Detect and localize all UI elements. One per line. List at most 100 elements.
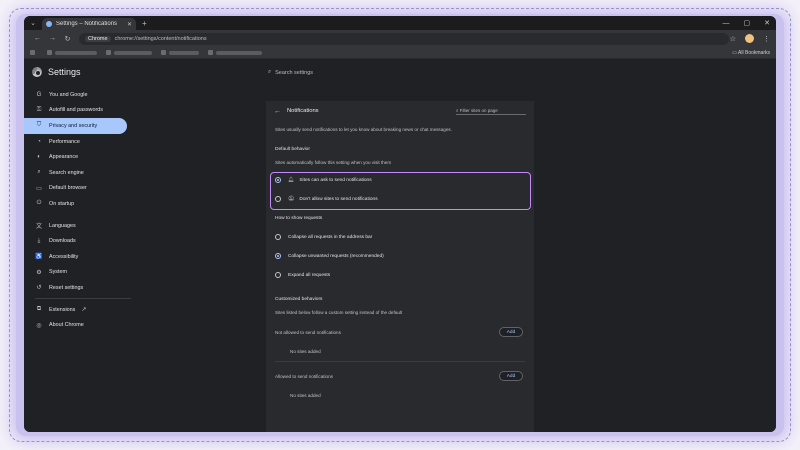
minimize-icon[interactable]: —: [723, 20, 730, 27]
reset-icon: ↺: [36, 285, 42, 292]
settings-favicon-icon: [46, 21, 52, 27]
radio-expand-all[interactable]: Expand all requests: [275, 272, 330, 278]
menu-icon[interactable]: ⋮: [763, 35, 770, 43]
all-bookmarks[interactable]: ▭ All Bookmarks: [732, 50, 770, 56]
bookmark-star-icon[interactable]: ☆: [730, 35, 736, 43]
sidebar-item-accessibility[interactable]: ♿ Accessibility: [24, 249, 134, 265]
sidebar-item-languages[interactable]: 文 Languages: [24, 218, 134, 234]
radio-button-selected[interactable]: [275, 253, 281, 259]
sidebar-item-downloads[interactable]: ⤓ Downloads: [24, 233, 134, 249]
sidebar-item-label: On startup: [49, 200, 75, 207]
customized-sub: Sites listed below follow a custom setti…: [275, 310, 403, 315]
maximize-icon[interactable]: ▢: [744, 19, 751, 27]
radio-label: Collapse unwanted requests (recommended): [288, 253, 384, 259]
back-icon[interactable]: ←: [30, 35, 45, 42]
browser-window: ⌄ Settings – Notifications ✕ + — ▢ ✕ ← →…: [24, 16, 776, 432]
url-text: chrome://settings/content/notifications: [114, 35, 207, 42]
radio-button-selected[interactable]: [275, 177, 281, 183]
chrome-icon: ◎: [36, 322, 42, 329]
toolbar: ← → ↻ Chrome chrome://settings/content/n…: [24, 30, 776, 47]
search-icon: ⌕: [268, 69, 272, 75]
default-behavior-heading: Default behavior: [275, 147, 310, 152]
sidebar-item-autofill[interactable]: ⚿ Autofill and passwords: [24, 103, 134, 119]
bookmark-item[interactable]: [161, 50, 199, 55]
sidebar-item-label: Reset settings: [49, 284, 84, 291]
close-tab-icon[interactable]: ✕: [127, 21, 132, 28]
key-icon: ⚿: [36, 106, 42, 113]
close-window-icon[interactable]: ✕: [764, 19, 770, 27]
chrome-chip: Chrome: [85, 35, 111, 42]
shield-icon: ⛉: [36, 122, 42, 129]
translate-icon: 文: [35, 224, 42, 231]
radio-sites-can-ask[interactable]: 🔔︎ Sites can ask to send notifications: [275, 177, 372, 183]
apps-icon[interactable]: [30, 50, 38, 55]
radio-collapse-all[interactable]: Collapse all requests in the address bar: [275, 234, 372, 240]
sidebar-item-search-engine[interactable]: ⌕ Search engine: [24, 165, 134, 181]
sidebar-item-label: Downloads: [49, 238, 76, 245]
sidebar-item-about[interactable]: ◎ About Chrome: [24, 317, 134, 333]
tab-settings[interactable]: Settings – Notifications ✕: [42, 18, 136, 30]
wrench-icon: ⚙: [36, 269, 42, 276]
sidebar-item-system[interactable]: ⚙ System: [24, 265, 134, 281]
add-not-allowed-button[interactable]: Add: [499, 327, 523, 337]
card-header: ← Notifications ⌕ Filter sites on page: [274, 105, 526, 117]
reload-icon[interactable]: ↻: [60, 35, 75, 43]
bookmark-item[interactable]: [208, 50, 262, 55]
radio-button[interactable]: [275, 196, 281, 202]
sidebar-item-label: Privacy and security: [49, 122, 98, 129]
sidebar-item-privacy[interactable]: ⛉ Privacy and security: [24, 118, 127, 134]
sidebar-item-on-startup[interactable]: ⏻ On startup: [24, 196, 134, 212]
bookmark-item[interactable]: [47, 50, 97, 55]
sidebar-item-label: About Chrome: [49, 322, 84, 329]
bell-icon: 🔔︎: [288, 177, 295, 183]
not-allowed-label: Not allowed to send notifications: [275, 330, 341, 335]
new-tab-icon[interactable]: +: [142, 19, 147, 28]
radio-button[interactable]: [275, 234, 281, 240]
power-icon: ⏻: [36, 200, 42, 207]
sidebar-item-default-browser[interactable]: ▭ Default browser: [24, 181, 134, 197]
sidebar-item-appearance[interactable]: ◐ Appearance: [24, 149, 134, 165]
tab-title: Settings – Notifications: [56, 21, 118, 27]
back-arrow-icon[interactable]: ←: [274, 108, 281, 115]
radio-label: Expand all requests: [288, 272, 331, 278]
sidebar-item-label: Extensions: [49, 306, 76, 313]
sidebar-item-label: Autofill and passwords: [49, 107, 103, 114]
sidebar-item-label: System: [49, 269, 67, 276]
sidebar-item-label: Search engine: [49, 169, 84, 176]
profile-avatar[interactable]: [745, 34, 754, 43]
sidebar-item-label: Appearance: [49, 154, 79, 161]
intro-text: Sites usually send notifications to let …: [275, 127, 452, 132]
not-allowed-empty: No sites added: [290, 349, 321, 354]
bookmark-item[interactable]: [106, 50, 152, 55]
radio-collapse-unwanted[interactable]: Collapse unwanted requests (recommended): [275, 253, 384, 259]
sidebar-item-performance[interactable]: ◔ Performance: [24, 134, 134, 150]
radio-dont-allow[interactable]: 🔕︎ Don't allow sites to send notificatio…: [275, 196, 378, 202]
puzzle-icon: ⧉: [36, 306, 42, 313]
sidebar-item-label: Default browser: [49, 185, 87, 192]
default-behavior-sub: Sites automatically follow this setting …: [275, 160, 392, 165]
add-allowed-button[interactable]: Add: [499, 371, 523, 381]
search-icon: ⌕: [37, 169, 41, 176]
filter-sites-input[interactable]: ⌕ Filter sites on page: [456, 108, 526, 115]
forward-icon[interactable]: →: [45, 35, 60, 42]
google-icon: G: [36, 91, 42, 98]
all-bookmarks-label: All Bookmarks: [738, 49, 770, 56]
radio-label: Collapse all requests in the address bar: [288, 234, 373, 240]
tab-search-icon[interactable]: ⌄: [24, 16, 42, 30]
sidebar-item-label: Languages: [49, 222, 76, 229]
address-bar[interactable]: Chrome chrome://settings/content/notific…: [79, 32, 729, 45]
divider: [275, 361, 525, 362]
requests-heading: How to show requests: [275, 216, 323, 221]
allowed-empty: No sites added: [290, 393, 321, 398]
sidebar-item-extensions[interactable]: ⧉ Extensions ↗: [24, 302, 134, 318]
sidebar-item-you-and-google[interactable]: G You and Google: [24, 87, 134, 103]
sidebar: G You and Google ⚿ Autofill and passwords …: [24, 87, 134, 333]
customized-heading: Customized behaviors: [275, 297, 323, 302]
sidebar-item-label: Accessibility: [49, 253, 79, 260]
settings-page: Settings ⌕ Search settings G You and Goog…: [24, 59, 776, 432]
sidebar-item-reset[interactable]: ↺ Reset settings: [24, 280, 134, 296]
search-settings-input[interactable]: ⌕ Search settings: [268, 69, 313, 76]
radio-button[interactable]: [275, 272, 281, 278]
radio-label: Sites can ask to send notifications: [299, 177, 372, 183]
external-link-icon: ↗: [81, 307, 87, 314]
